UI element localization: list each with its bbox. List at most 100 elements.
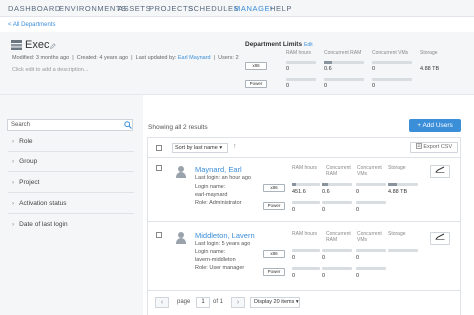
usage-value: 4.88 TB [388,189,408,195]
department-description: Click edit to add a description... [12,67,89,73]
nav-manage-label: MANAGE [234,4,271,13]
top-nav: DASHBOARD ENVIRONMENTS ASSETS PROJECTS S… [0,0,474,17]
breadcrumb[interactable]: < All Departments [8,22,56,28]
limits-bar [372,61,412,64]
next-page-button[interactable]: › [231,297,245,308]
arch-power-button[interactable]: Power [263,202,285,210]
search-icon[interactable] [124,121,132,129]
download-icon [416,143,422,149]
nav-environments[interactable]: ENVIRONMENTS [59,4,127,13]
usage-value: 0 [292,207,296,213]
arch-x86-button[interactable]: x86 [263,250,285,258]
limits-bar [324,78,364,81]
usage-value: 0 [322,207,326,213]
limits-value: 0 [372,83,376,89]
user-last-login: Last login: an hour ago [195,175,251,181]
row-checkbox[interactable] [156,165,162,171]
limits-col-storage: Storage [420,50,438,56]
nav-assets[interactable]: ASSETS [118,4,151,13]
edit-user-icon [435,233,445,240]
edit-user-button[interactable] [430,232,450,245]
limits-value: 4.88 TB [420,66,440,72]
user-role: Role: User manager [195,265,245,271]
col-concurrent-ram: Concurrent RAM [326,165,351,177]
facet-project[interactable]: › Project [12,179,39,186]
page-input[interactable]: 1 [196,297,210,308]
limits-bar [286,61,316,64]
users-label: Users: [218,55,235,61]
arch-x86-button[interactable]: x86 [263,184,285,192]
usage-bar [292,249,320,252]
modified-value: 3 months ago [35,55,70,61]
user-login-name: lavern-middleton [195,257,236,263]
facet-role[interactable]: › Role [12,138,33,145]
facet-activation-status[interactable]: › Activation status [12,200,67,207]
user-name-link[interactable]: Middleton, Lavern [195,231,255,240]
facet-label: Activation status [19,200,67,207]
nav-help[interactable]: HELP [270,4,292,13]
chevron-down-icon: ▾ [295,299,299,305]
limits-value: 0 [286,83,290,89]
divider [148,221,460,222]
usage-value: 0 [292,255,296,261]
department-icon [11,40,22,50]
nav-schedules[interactable]: SCHEDULES [188,4,239,13]
limits-bar [286,78,316,81]
nav-manage[interactable]: MANAGE▾ [234,4,273,13]
usage-bar [356,201,386,204]
select-all-checkbox[interactable] [156,145,162,151]
user-login-name: earl-maynard [195,192,228,198]
user-login-name-label: Login name: [195,249,226,255]
arch-power-button[interactable]: Power [263,268,285,276]
usage-bar [322,249,352,252]
nav-dashboard[interactable]: DASHBOARD [8,4,61,13]
usage-value: 0 [356,273,360,279]
usage-value: 451.6 [292,189,306,195]
usage-bar [356,267,386,270]
sort-direction-icon[interactable]: ↑ [233,143,237,150]
facet-date-of-last-login[interactable]: › Date of last login [12,221,68,228]
updated-by-link[interactable]: Earl Maynard [178,55,211,61]
usage-bar [388,249,418,252]
updated-by-label: Last updated by: [135,55,177,61]
divider [148,290,460,291]
usage-bar [356,183,386,186]
prev-page-button[interactable]: ‹ [155,297,169,308]
export-csv-label: Export CSV [423,144,453,150]
limits-arch-power[interactable]: Power [245,80,267,88]
facet-label: Project [19,179,40,186]
limits-arch-x86[interactable]: x86 [245,62,267,70]
export-csv-button[interactable]: Export CSV [410,142,458,153]
limits-col-ram-hours: RAM hours [286,50,312,56]
department-meta: Modified: 3 months ago | Created: 4 year… [12,55,239,61]
col-storage: Storage [388,165,406,171]
col-ram-hours: RAM hours [292,231,318,237]
limits-value: 0 [372,66,376,72]
chevron-down-icon: ▾ [219,145,223,151]
department-name: Exec [25,39,50,51]
chevron-right-icon: › [12,138,15,145]
usage-bar [322,201,352,204]
facet-group[interactable]: › Group [12,158,37,165]
search-input[interactable]: Search [7,119,133,131]
add-users-button[interactable]: + Add Users [409,119,461,132]
facet-label: Date of last login [19,221,68,228]
divider [8,151,134,152]
sort-select[interactable]: Sort by last name ▾ [172,143,228,153]
modified-label: Modified: [12,55,35,61]
created-value: 4 years ago [99,55,129,61]
limits-edit-link[interactable]: Edit [304,42,313,48]
created-label: Created: [76,55,98,61]
row-checkbox[interactable] [156,232,162,238]
results-count: Showing all 2 results [148,124,208,131]
edit-user-button[interactable] [430,165,450,178]
page-label: page [177,299,191,305]
user-name-link[interactable]: Maynard, Earl [195,165,242,174]
chevron-right-icon: › [12,158,15,165]
facet-label: Role [19,138,33,145]
usage-bar [388,183,418,186]
limits-col-concurrent-ram: Concurrent RAM [324,50,362,56]
pencil-icon[interactable] [50,43,56,49]
per-page-select[interactable]: Display 20 items ▾ [250,297,300,308]
avatar [175,166,187,179]
